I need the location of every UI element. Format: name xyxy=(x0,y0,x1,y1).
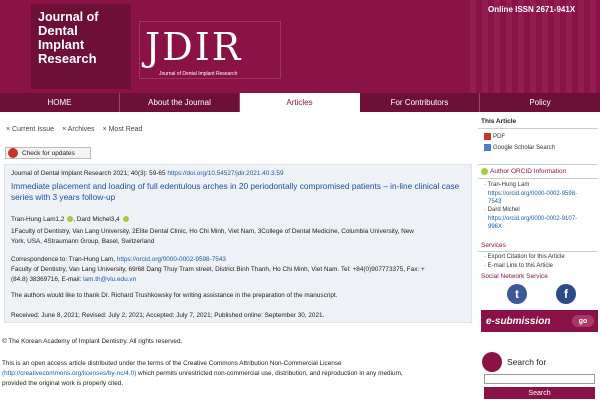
divider xyxy=(478,178,598,179)
license-text-rest: which permits unrestricted non-commercia… xyxy=(136,370,403,377)
export-citation-link[interactable]: · Export Citation for this Article xyxy=(484,254,565,260)
orcid-link[interactable]: https://orcid.org/0000-0002-9598-7543 xyxy=(117,256,226,263)
google-scholar-link[interactable]: Google Scholar Search xyxy=(484,144,555,151)
divider xyxy=(478,128,598,129)
go-label: go xyxy=(572,315,594,327)
sidebar: This Article PDF Google Scholar Search A… xyxy=(478,112,600,400)
e-submission-button[interactable]: e-submission go xyxy=(481,310,598,332)
twitter-icon[interactable]: t xyxy=(507,284,527,304)
facebook-icon[interactable]: f xyxy=(556,284,576,304)
search-button[interactable]: Search xyxy=(484,387,595,399)
journal-logo-text: Journal of Dental Implant Research xyxy=(38,10,128,66)
orcid-icon xyxy=(481,168,488,175)
orcid-icon[interactable] xyxy=(67,216,74,223)
orcid-link[interactable]: 7543 xyxy=(488,199,501,205)
orcid-author-name: · Dard Michel xyxy=(484,207,520,213)
site-header: Journal of Dental Implant Research JDIR … xyxy=(0,0,600,93)
issn-text: Online ISSN 2671-941X xyxy=(488,5,576,14)
fax-text: (84.8) 38369716, E-mail: xyxy=(11,276,82,283)
nav-contributors[interactable]: For Contributors xyxy=(360,93,480,112)
crossmark-icon xyxy=(8,148,18,158)
copyright-text: © The Korean Academy of Implant Dentistr… xyxy=(2,338,183,345)
citation-line: Journal of Dental Implant Research 2021;… xyxy=(11,170,284,177)
main-nav: HOME About the Journal Articles For Cont… xyxy=(0,93,600,112)
article-title: Immediate placement and loading of full … xyxy=(11,181,460,202)
correspondence-line: Correspondence to: Tran-Hung Lam, https:… xyxy=(11,256,226,263)
pdf-link[interactable]: PDF xyxy=(484,133,505,140)
subtab-archives[interactable]: × Archives xyxy=(62,126,95,133)
orcid-icon[interactable] xyxy=(122,216,129,223)
nav-articles[interactable]: Articles xyxy=(240,93,360,112)
affiliation-line: York, USA, 4Straumann Group, Basel, Swit… xyxy=(11,238,155,245)
search-input[interactable] xyxy=(484,374,595,384)
scholar-icon xyxy=(484,144,491,151)
orcid-link-text[interactable]: https://orcid.org/0000-0002-9107- xyxy=(488,216,577,222)
logo-line: Journal of xyxy=(38,10,99,24)
orcid-heading-label: Author ORCID Information xyxy=(490,168,567,176)
correspondence-address: Faculty of Dentistry, Van Lang Universit… xyxy=(11,266,425,273)
license-text: provided the original work is properly c… xyxy=(2,380,124,387)
orcid-author-name: · Tran-Hung Lam xyxy=(484,182,530,188)
search-icon xyxy=(482,352,502,372)
email-article-link[interactable]: · E-mail Link to this Article xyxy=(484,263,553,269)
brand-subtitle: Journal of Dental Implant Research xyxy=(159,71,238,77)
orcid-link-text[interactable]: 996X xyxy=(488,224,502,230)
subtab-most-read[interactable]: × Most Read xyxy=(103,126,143,133)
orcid-heading: Author ORCID Information xyxy=(481,168,566,175)
scholar-label: Google Scholar Search xyxy=(493,145,556,152)
authors-line: Tran-Hung Lam1,2 , Dard Michel3,4 xyxy=(11,216,129,223)
author-name: Dard Michel3,4 xyxy=(76,216,120,223)
acknowledgement: The authors would like to thank Dr. Rich… xyxy=(11,292,338,299)
services-heading: Services xyxy=(481,242,506,249)
correspondence-contact: (84.8) 38369716, E-mail: lam.th@vlu.edu.… xyxy=(11,276,136,283)
affiliation-line: 1Faculty of Dentistry, Van Lang Universi… xyxy=(11,228,414,235)
license-text: (http://creativecommons.org/licenses/by-… xyxy=(2,370,403,377)
social-heading: Social Network Service xyxy=(481,273,548,280)
sidebar-heading: This Article xyxy=(481,118,517,125)
logo-line: Dental xyxy=(38,23,78,38)
doi-link[interactable]: https://doi.org/10.54527/jdir.2021.40.3.… xyxy=(167,170,283,177)
main-content: × Current Issue × Archives × Most Read C… xyxy=(0,112,472,400)
brand-title: JDIR xyxy=(145,25,243,69)
email-link[interactable]: lam.th@vlu.edu.vn xyxy=(83,276,136,283)
nav-about[interactable]: About the Journal xyxy=(120,93,240,112)
nav-policy[interactable]: Policy xyxy=(480,93,600,112)
orcid-link-text[interactable]: https://orcid.org/0000-0002-9598- xyxy=(488,191,577,197)
orcid-link[interactable]: 996X xyxy=(488,224,502,230)
citation-text: Journal of Dental Implant Research 2021;… xyxy=(11,170,166,177)
correspondence-text: Correspondence to: Tran-Hung Lam, xyxy=(11,256,116,263)
orcid-link[interactable]: https://orcid.org/0000-0002-9107- xyxy=(488,216,577,222)
article-subtabs: × Current Issue × Archives × Most Read xyxy=(6,126,142,133)
logo-line: Implant xyxy=(38,37,85,52)
pdf-label: PDF xyxy=(493,134,505,141)
pdf-icon xyxy=(484,133,491,140)
e-submission-label: e-submission xyxy=(486,315,551,327)
article-dates: Received: June 8, 2021; Revised: July 2,… xyxy=(11,312,325,319)
nav-home[interactable]: HOME xyxy=(0,93,120,112)
license-text: This is an open access article distribut… xyxy=(2,360,342,367)
article-info-box: Journal of Dental Implant Research 2021;… xyxy=(4,164,472,323)
subtab-current-issue[interactable]: × Current Issue xyxy=(6,126,54,133)
orcid-link[interactable]: https://orcid.org/0000-0002-9598- xyxy=(488,191,577,197)
author-name: Tran-Hung Lam1,2 xyxy=(11,216,65,223)
orcid-link-text[interactable]: 7543 xyxy=(488,199,501,205)
divider xyxy=(478,251,598,252)
logo-line: Research xyxy=(38,51,97,66)
license-link[interactable]: (http://creativecommons.org/licenses/by-… xyxy=(2,370,136,377)
search-heading: Search for xyxy=(507,357,547,367)
divider xyxy=(478,164,598,165)
check-updates-button[interactable]: Check for updates xyxy=(5,147,91,159)
check-updates-label: Check for updates xyxy=(22,149,75,157)
